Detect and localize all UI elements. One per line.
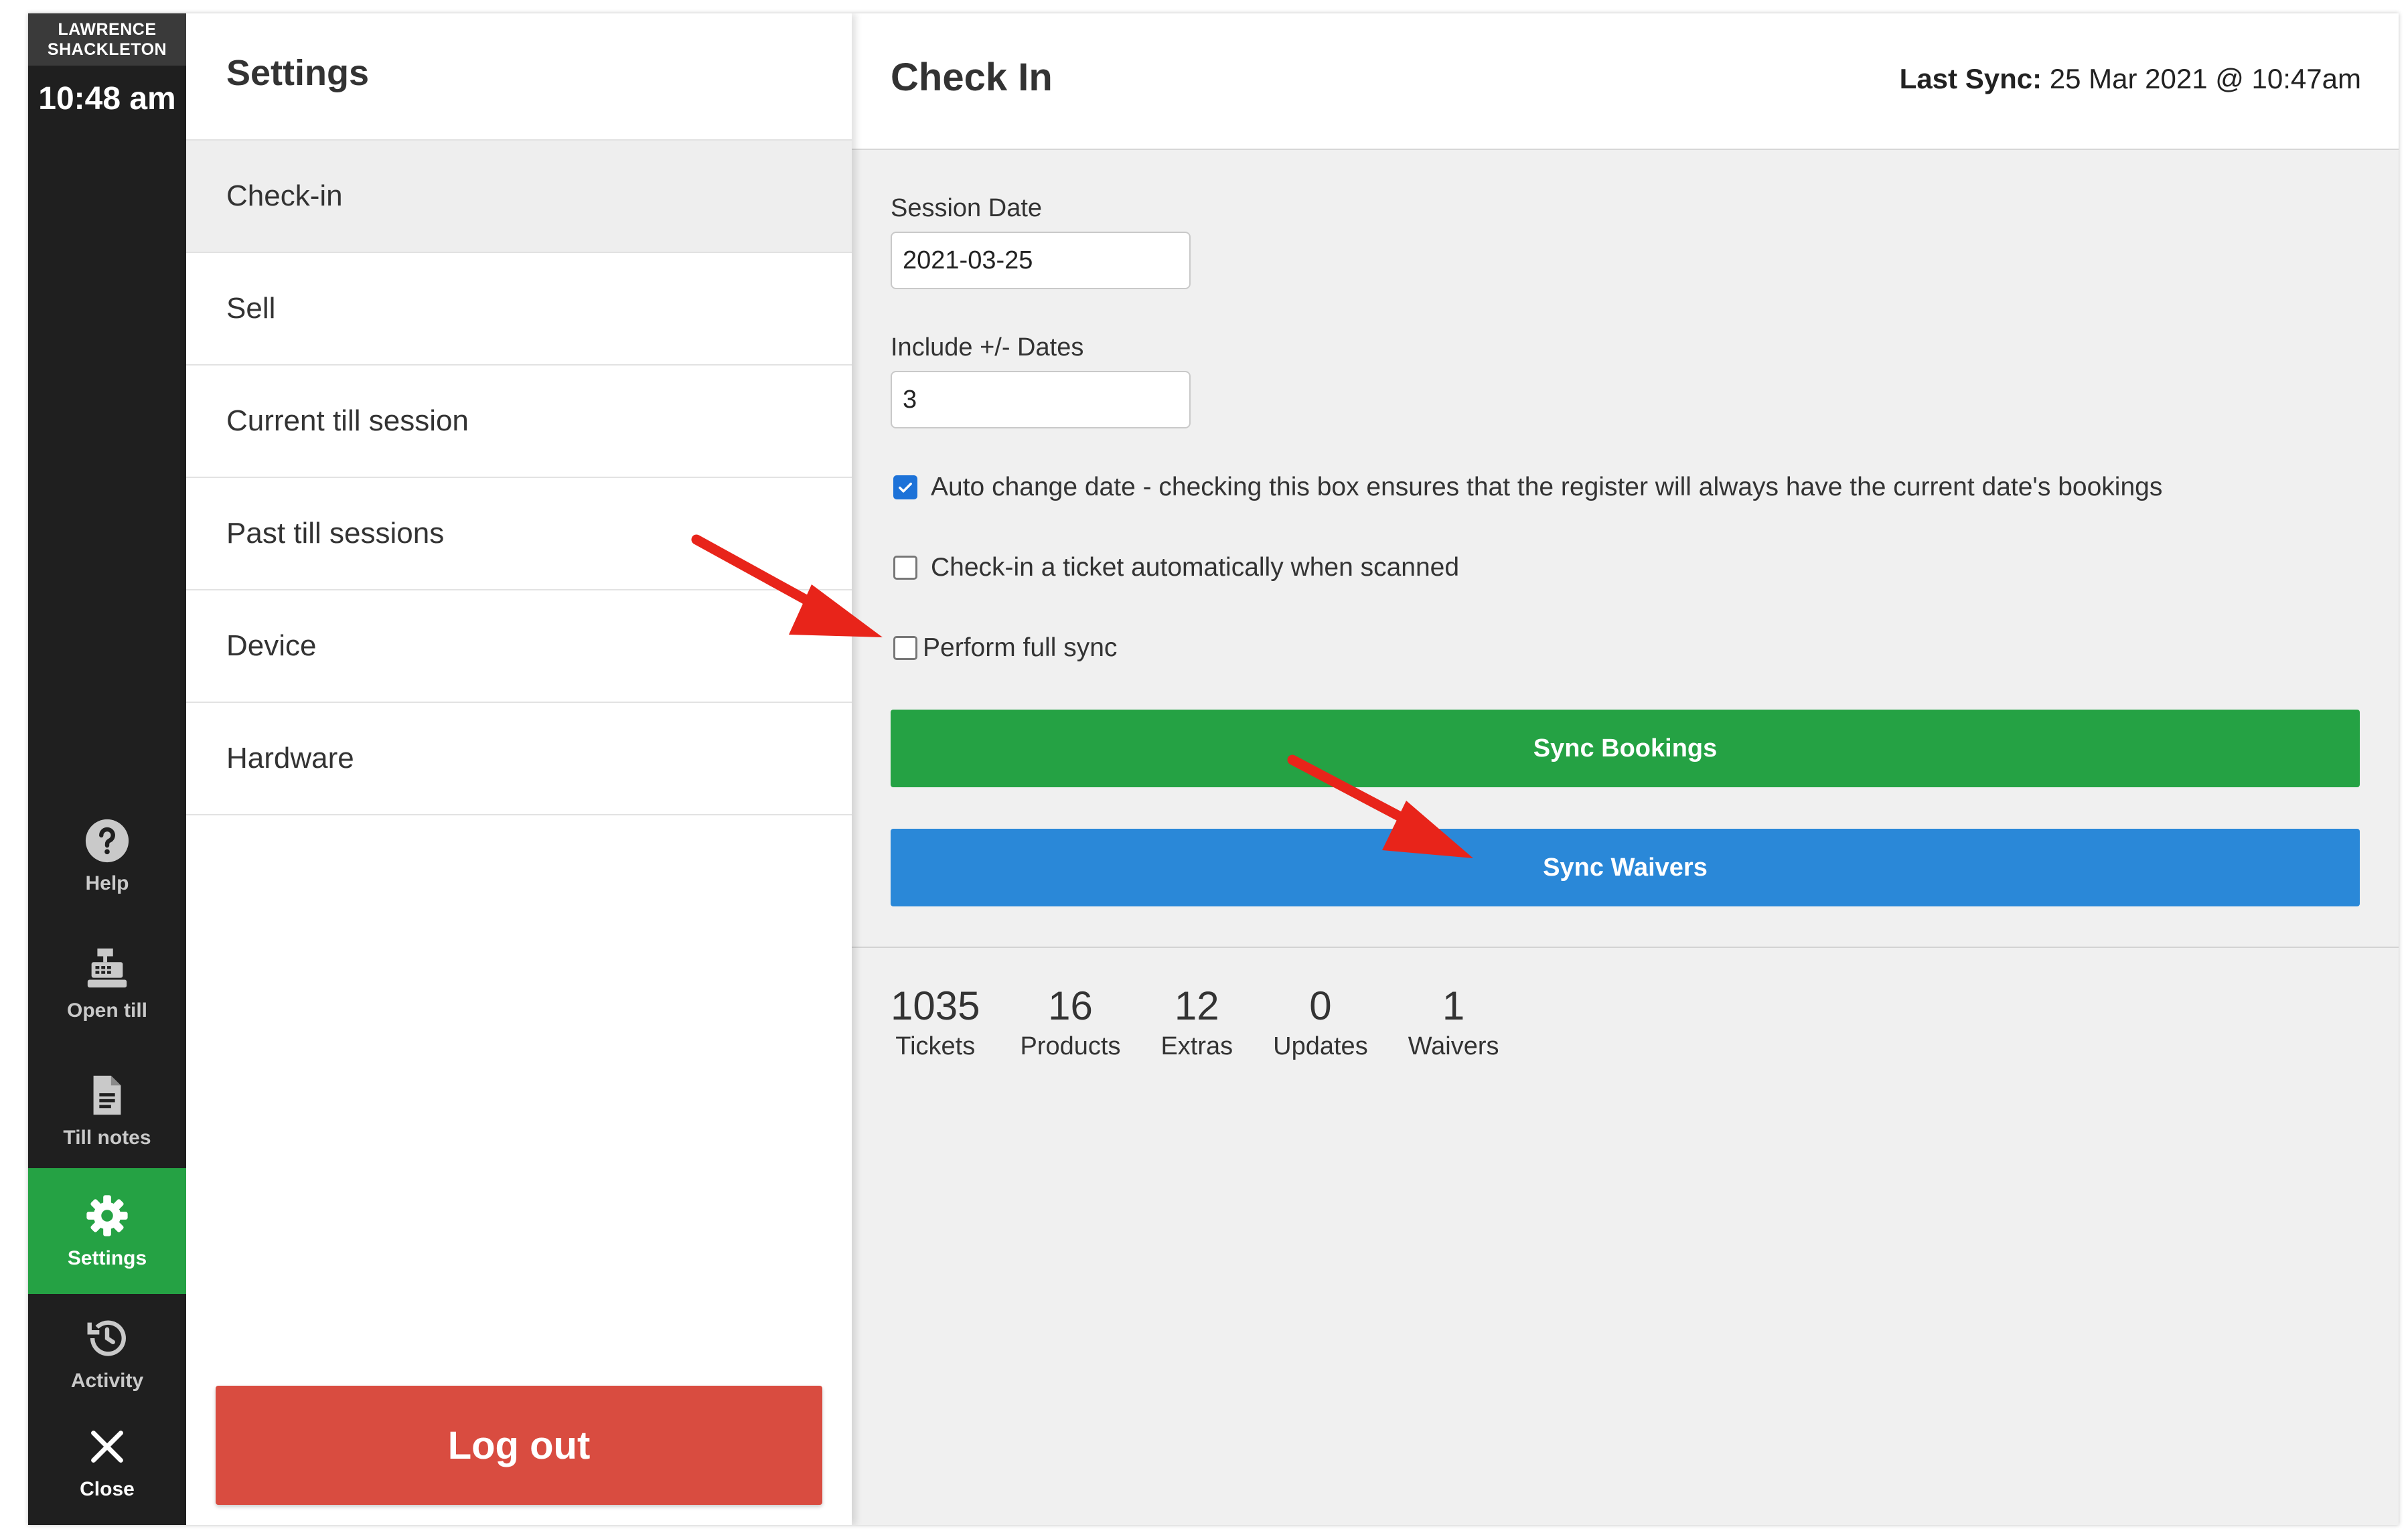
stat-label: Tickets [895,1032,976,1060]
settings-item-label: Hardware [226,742,354,775]
rail-activity[interactable]: Activity [28,1291,186,1417]
page-title: Check In [891,56,1053,99]
settings-item-label: Check-in [226,179,343,212]
clock: 10:48 am [38,81,176,116]
stat-value: 16 [1048,983,1093,1028]
checkin-panel: Check In Last Sync: 25 Mar 2021 @ 10:47a… [852,13,2399,1525]
full-sync-label: Perform full sync [923,633,1118,662]
settings-item-device[interactable]: Device [186,590,852,703]
session-date-label: Session Date [891,194,1043,222]
settings-item-past-till-sessions[interactable]: Past till sessions [186,478,852,590]
stat-value: 12 [1174,983,1219,1028]
rail-help[interactable]: Help [28,793,186,919]
rail-till-notes-label: Till notes [63,1127,151,1149]
last-sync-label: Last Sync: [1899,63,2042,94]
settings-item-sell[interactable]: Sell [186,253,852,366]
left-rail: LAWRENCE SHACKLETON 10:48 am Help Open t… [28,13,186,1525]
stat-products: 16 Products [1020,983,1120,1061]
rail-open-till-label: Open till [67,999,147,1022]
rail-till-notes[interactable]: Till notes [28,1048,186,1174]
app-window: LAWRENCE SHACKLETON 10:48 am Help Open t… [28,13,2399,1525]
stat-label: Products [1020,1032,1121,1060]
stat-label: Updates [1273,1032,1368,1060]
settings-menu: Check-in Sell Current till session Past … [186,139,852,815]
last-sync: Last Sync: 25 Mar 2021 @ 10:47am [1900,63,2361,95]
gear-icon [86,1195,128,1236]
logout-button[interactable]: Log out [216,1386,822,1505]
sync-stats: 1035 Tickets 16 Products 12 Extras 0 Upd… [891,983,1539,1061]
sync-bookings-button[interactable]: Sync Bookings [891,710,2360,787]
stat-value: 0 [1309,983,1332,1028]
settings-item-hardware[interactable]: Hardware [186,703,852,815]
settings-item-current-till-session[interactable]: Current till session [186,366,852,478]
stat-tickets: 1035 Tickets [891,983,980,1061]
auto-checkin-option[interactable]: Check-in a ticket automatically when sca… [893,553,1459,582]
close-icon [91,1431,123,1463]
auto-checkin-label: Check-in a ticket automatically when sca… [931,553,1460,582]
stat-label: Waivers [1408,1032,1499,1060]
settings-title: Settings [226,53,370,93]
stat-extras: 12 Extras [1160,983,1233,1061]
rail-activity-label: Activity [70,1370,144,1392]
stat-label: Extras [1160,1032,1233,1060]
document-icon [93,1075,121,1115]
full-sync-checkbox[interactable] [893,636,917,660]
stat-value: 1 [1442,983,1465,1028]
include-dates-input[interactable] [891,371,1191,428]
user-name: LAWRENCE SHACKLETON [28,13,186,66]
settings-panel: Settings Check-in Sell Current till sess… [186,13,852,1525]
sync-waivers-button[interactable]: Sync Waivers [891,829,2360,906]
session-date-input[interactable] [891,232,1191,289]
stat-updates: 0 Updates [1273,983,1368,1061]
auto-change-date-checkbox[interactable] [893,475,917,499]
settings-item-label: Device [226,629,317,662]
rail-close-label: Close [80,1478,135,1500]
auto-change-date-label: Auto change date - checking this box ens… [931,473,2163,501]
last-sync-value: 25 Mar 2021 @ 10:47am [2049,63,2361,94]
rail-settings-label: Settings [67,1247,147,1269]
user-first-name: LAWRENCE [58,20,157,39]
settings-item-check-in[interactable]: Check-in [186,139,852,253]
stat-value: 1035 [891,983,980,1028]
rail-open-till[interactable]: Open till [28,920,186,1046]
settings-item-label: Past till sessions [226,517,445,550]
history-icon [87,1320,126,1356]
cash-register-icon [87,948,127,988]
rail-settings[interactable]: Settings [28,1168,186,1294]
auto-checkin-checkbox[interactable] [893,556,917,580]
settings-item-label: Sell [226,292,276,325]
help-icon [85,819,129,863]
checkmark-icon [899,483,912,493]
auto-change-date-option[interactable]: Auto change date - checking this box ens… [893,473,2162,502]
rail-close[interactable]: Close [28,1399,186,1525]
stat-waivers: 1 Waivers [1408,983,1499,1061]
checkin-header: Check In Last Sync: 25 Mar 2021 @ 10:47a… [852,13,2399,150]
include-dates-label: Include +/- Dates [891,333,1084,361]
full-sync-option[interactable]: Perform full sync [893,633,1117,663]
rail-help-label: Help [85,872,129,894]
divider [852,947,2399,948]
settings-item-label: Current till session [226,404,469,437]
user-last-name: SHACKLETON [47,40,167,59]
